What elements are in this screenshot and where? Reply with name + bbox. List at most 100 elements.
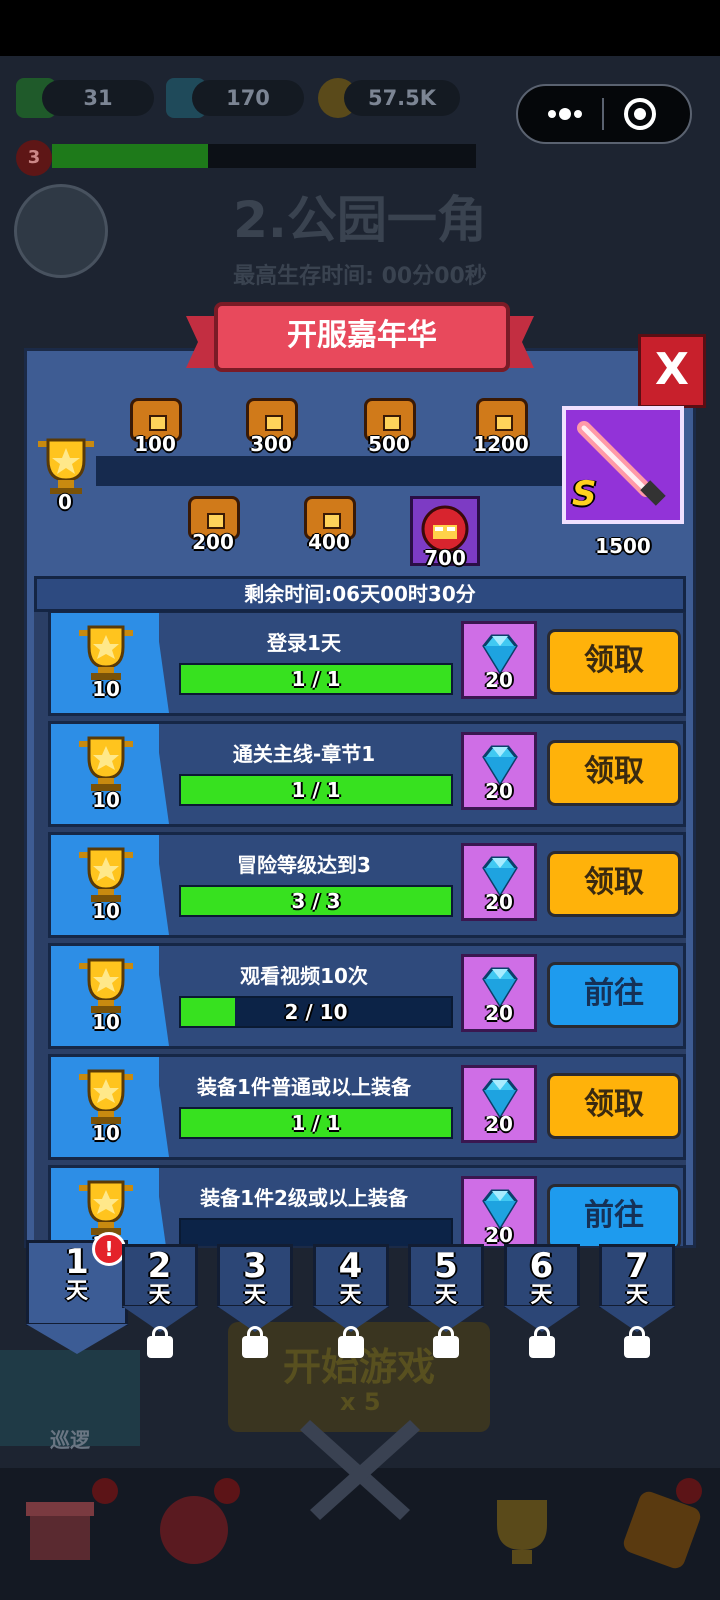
gem-reward-amount: 20 xyxy=(485,1001,513,1025)
task-progress-text: 1 / 1 xyxy=(291,778,341,802)
settings-gear-icon[interactable] xyxy=(14,184,108,278)
day-number: 2 xyxy=(147,1246,172,1286)
trophy-icon xyxy=(73,1067,139,1127)
miniprogram-capsule xyxy=(516,84,692,144)
task-points-panel-edge xyxy=(155,724,169,824)
task-progress-text: 2 / 10 xyxy=(284,1000,348,1024)
task-title: 装备1件2级或以上装备 xyxy=(200,1186,408,1210)
task-title: 登录1天 xyxy=(267,631,341,655)
task-row: 10 观看视频10次 2 / 10 20 前往 xyxy=(48,943,686,1049)
task-points: 10 xyxy=(92,677,120,701)
lock-icon xyxy=(337,1326,364,1358)
task-points: 10 xyxy=(92,788,120,812)
task-points-panel-edge xyxy=(155,835,169,935)
task-row: 10 登录1天 1 / 1 20 领取 xyxy=(48,612,686,716)
capsule-divider xyxy=(602,98,604,130)
day-number: 7 xyxy=(625,1246,649,1286)
gem-reward-amount: 20 xyxy=(485,1112,513,1136)
task-progress-bar: 3 / 3 xyxy=(179,885,453,917)
day-tab-7[interactable]: 7天 xyxy=(599,1244,675,1308)
task-progress-text: 3 / 3 xyxy=(291,889,341,913)
gem-reward-amount: 20 xyxy=(485,1223,513,1246)
milestone-label: 300 xyxy=(250,432,292,456)
milestone-label: 500 xyxy=(368,432,410,456)
nav-trophy-icon[interactable] xyxy=(472,1480,572,1580)
current-points: 0 xyxy=(58,490,72,514)
final-milestone-label: 1500 xyxy=(595,534,651,558)
gem-counter[interactable]: 170 xyxy=(192,80,304,116)
nav-battle-icon[interactable] xyxy=(290,1410,430,1530)
task-points: 10 xyxy=(92,1121,120,1145)
more-options-icon[interactable] xyxy=(538,94,592,134)
gem-reward: 20 xyxy=(461,843,537,921)
nav-dna-alert xyxy=(676,1478,702,1504)
patrol-label: 巡逻 xyxy=(50,1428,90,1452)
day-tab-tip xyxy=(26,1324,128,1354)
trophy-icon xyxy=(73,956,139,1016)
lock-icon xyxy=(242,1326,268,1358)
task-progress-text: 1 / 1 xyxy=(291,1111,341,1135)
event-title-banner: 开服嘉年华 xyxy=(214,302,510,372)
go-button[interactable]: 前往 xyxy=(547,1184,681,1246)
claim-button[interactable]: 领取 xyxy=(547,740,681,806)
task-points-panel-edge xyxy=(155,1057,169,1157)
day-label: 天 xyxy=(339,1283,362,1308)
lock-icon xyxy=(433,1326,459,1358)
close-button[interactable]: X xyxy=(638,334,706,408)
milestone-label: 1200 xyxy=(473,432,529,456)
day-number: 5 xyxy=(434,1246,458,1286)
claim-button[interactable]: 领取 xyxy=(547,851,681,917)
go-button[interactable]: 前往 xyxy=(547,962,681,1028)
gem-reward-amount: 20 xyxy=(485,779,513,803)
day-number: 3 xyxy=(243,1246,267,1286)
trophy-icon xyxy=(73,734,139,794)
gem-reward-amount: 20 xyxy=(485,668,513,692)
task-points-panel-edge xyxy=(155,613,169,713)
day-tab-2[interactable]: 2天 xyxy=(121,1244,198,1308)
task-points: 10 xyxy=(92,1010,120,1034)
nav-shop-alert xyxy=(92,1478,118,1504)
task-points-panel-edge xyxy=(155,1168,169,1246)
player-level-badge: 3 xyxy=(16,140,52,176)
day-tab-4[interactable]: 4天 xyxy=(312,1244,389,1308)
task-points-panel-edge xyxy=(155,946,169,1046)
gem-reward: 20 xyxy=(461,954,537,1032)
coin-counter[interactable]: 57.5K xyxy=(344,80,460,116)
exit-miniprogram-icon[interactable] xyxy=(618,92,662,136)
gem-reward: 20 xyxy=(461,1065,537,1143)
day-label: 天 xyxy=(148,1283,171,1308)
lock-icon xyxy=(624,1326,650,1358)
lock-icon xyxy=(528,1326,555,1358)
rarity-badge: S xyxy=(572,474,597,514)
remaining-time: 剩余时间:06天00时30分 xyxy=(34,576,686,612)
day-label: 天 xyxy=(434,1283,457,1308)
day-tab-3[interactable]: 3天 xyxy=(217,1244,293,1308)
task-list[interactable]: 10 登录1天 1 / 1 20 领取 10 通关主线-章节1 1 / 1 20 领取 10 冒险等级… xyxy=(34,612,686,1246)
nav-hero-alert xyxy=(214,1478,240,1504)
claim-button[interactable]: 领取 xyxy=(547,629,681,695)
energy-counter[interactable]: 31 xyxy=(42,80,154,116)
claim-button[interactable]: 领取 xyxy=(547,1073,681,1139)
milestone-label: 400 xyxy=(308,530,350,554)
task-progress-bar: 1 / 1 xyxy=(179,663,453,695)
task-progress-bar: 1 / 1 xyxy=(179,774,453,806)
day-tab-6[interactable]: 6天 xyxy=(503,1244,580,1308)
trophy-icon xyxy=(73,623,139,683)
gem-reward: 20 xyxy=(461,1176,537,1246)
energy-value: 31 xyxy=(83,86,113,110)
lightsaber-reward-icon[interactable]: S xyxy=(562,406,684,524)
points-trophy-icon xyxy=(30,436,102,496)
stage-title: 2.公园一角 xyxy=(233,191,487,249)
milestone-track xyxy=(96,456,566,486)
task-progress-bar: 1 / 1 xyxy=(179,1107,453,1139)
milestone-label: 100 xyxy=(134,432,176,456)
xp-bar-fill xyxy=(52,144,208,168)
task-row: 10 通关主线-章节1 1 / 1 20 领取 xyxy=(48,721,686,827)
task-title: 冒险等级达到3 xyxy=(237,853,371,877)
gem-reward: 20 xyxy=(461,732,537,810)
task-progress-bar: 2 / 10 xyxy=(179,996,453,1028)
status-bar xyxy=(0,0,720,56)
gem-reward: 20 xyxy=(461,621,537,699)
day-number: 4 xyxy=(338,1246,363,1286)
day-tab-5[interactable]: 5天 xyxy=(408,1244,484,1308)
